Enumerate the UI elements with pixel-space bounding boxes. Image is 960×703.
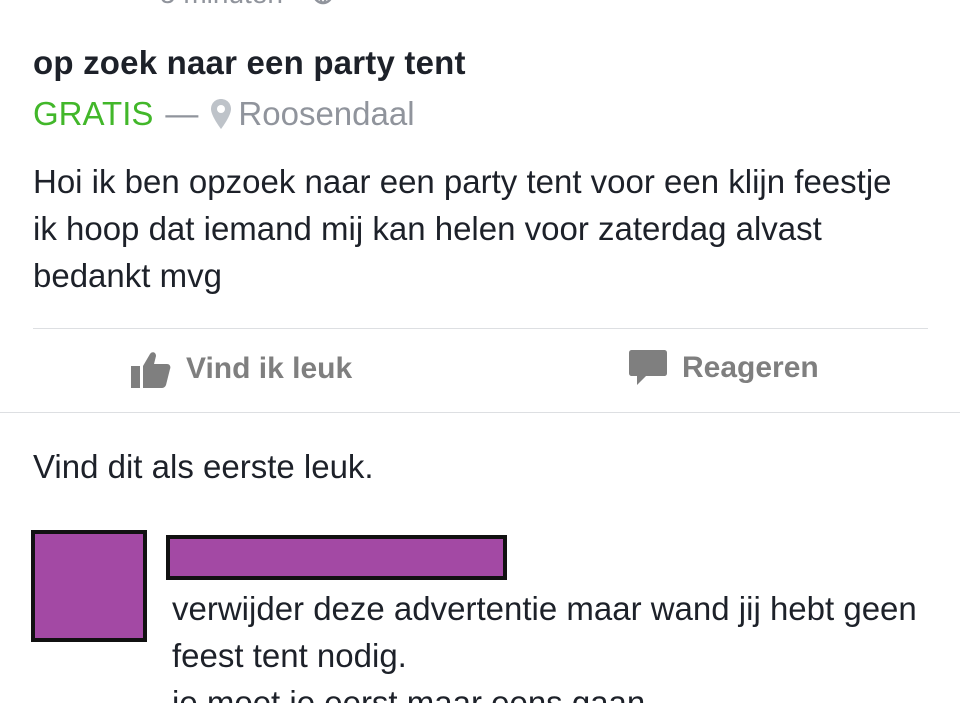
comment-text: verwijder deze advertentie maar wand jij…	[172, 590, 917, 703]
globe-icon	[314, 0, 332, 5]
speech-bubble-icon	[629, 350, 667, 385]
like-label: Vind ik leuk	[186, 352, 353, 385]
map-pin-icon	[211, 99, 232, 129]
post-description: Hoi ik ben opzoek naar een party tent vo…	[33, 163, 892, 294]
avatar[interactable]	[31, 530, 147, 642]
marketplace-post: 5 minuten · op zoek naar een party tent …	[0, 0, 960, 703]
comment-author-name[interactable]	[166, 535, 507, 580]
separator-dot: ·	[293, 0, 302, 10]
action-bar: Vind ik leuk Reageren	[0, 330, 960, 412]
divider	[0, 412, 960, 413]
price-location-row: GRATIS — Roosendaal	[33, 95, 415, 133]
price-label: GRATIS	[33, 95, 154, 132]
price-separator: —	[165, 95, 199, 132]
post-meta: 5 minuten ·	[160, 0, 334, 10]
post-timestamp: 5 minuten	[160, 0, 283, 10]
post-title: op zoek naar een party tent	[33, 44, 466, 81]
comment-label: Reageren	[682, 351, 819, 384]
comment-button[interactable]: Reageren	[628, 348, 819, 388]
like-button[interactable]: Vind ik leuk	[130, 348, 352, 390]
divider	[33, 328, 928, 329]
likes-summary[interactable]: Vind dit als eerste leuk.	[33, 448, 374, 486]
location-link[interactable]: Roosendaal	[238, 95, 414, 133]
thumbs-up-icon	[131, 352, 171, 388]
